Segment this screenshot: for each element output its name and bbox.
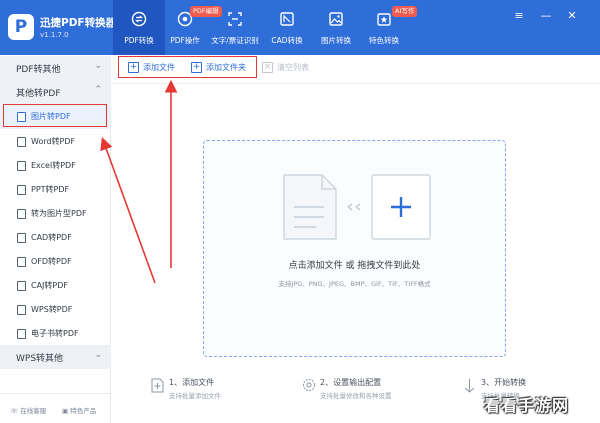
online-service-link[interactable]: ☏ 在线客服 bbox=[10, 405, 46, 415]
tab-pdf-convert[interactable]: PDF转换 bbox=[113, 0, 165, 55]
ocr-icon bbox=[228, 12, 242, 26]
image-pdf-icon bbox=[17, 209, 26, 219]
caj-file-icon bbox=[17, 281, 26, 291]
sidebar-item-label: 电子书转PDF bbox=[31, 329, 79, 338]
sidebar-item-label: PPT转PDF bbox=[31, 185, 70, 194]
ppt-file-icon bbox=[17, 185, 26, 195]
sidebar-item-word-to-pdf[interactable]: Word转PDF bbox=[0, 130, 111, 154]
app-name: 迅捷PDF转换器 bbox=[40, 17, 117, 29]
ai-writing-badge: AI写作 bbox=[392, 6, 418, 17]
trash-icon: × bbox=[262, 62, 273, 73]
tab-label: 文字/票证识别 bbox=[211, 36, 259, 45]
sidebar-item-label: CAJ转PDF bbox=[31, 281, 69, 290]
highlight-box-toolbar bbox=[118, 56, 257, 78]
step-desc: 支持批量修改和各种设置 bbox=[320, 392, 392, 400]
dropzone-formats: 支持JPG、PNG、JPEG、BMP、GIF、TIF、TIFF格式 bbox=[278, 280, 431, 288]
step-title: 2、设置输出配置 bbox=[320, 378, 382, 387]
sidebar-item-label: 转为图片型PDF bbox=[31, 209, 87, 218]
ebook-file-icon bbox=[17, 329, 26, 339]
tab-label: 特色转换 bbox=[369, 36, 399, 45]
app-version: v1.1.7.0 bbox=[40, 31, 69, 39]
sidebar-item-label: WPS转PDF bbox=[31, 305, 73, 314]
file-dropzone[interactable]: 点击添加文件 或 拖拽文件到此处 支持JPG、PNG、JPEG、BMP、GIF、… bbox=[203, 140, 506, 357]
drag-illustration-icon bbox=[283, 174, 431, 240]
tab-label: CAD转换 bbox=[271, 36, 303, 45]
tab-label: PDF转换 bbox=[124, 36, 154, 45]
ofd-file-icon bbox=[17, 257, 26, 267]
main-panel: + 添加文件 + 添加文件夹 × 清空列表 点击添加文件 或 拖拽文件到此处 支… bbox=[111, 55, 600, 423]
sidebar-footer: ☏ 在线客服 ▣ 特色产品 bbox=[0, 393, 111, 423]
sidebar-item-ppt-to-pdf[interactable]: PPT转PDF bbox=[0, 178, 111, 202]
sidebar-item-ebook-to-pdf[interactable]: 电子书转PDF bbox=[0, 322, 111, 346]
sidebar-group-wps-to-other[interactable]: WPS转其他 ⌄ bbox=[0, 345, 111, 369]
sidebar-item-cad-to-pdf[interactable]: CAD转PDF bbox=[0, 226, 111, 250]
chevron-down-icon: ⌄ bbox=[94, 61, 102, 71]
top-header: P 迅捷PDF转换器 v1.1.7.0 PDF转换 PDF操作 PDF编辑 文字… bbox=[0, 0, 600, 55]
add-file-step-icon bbox=[151, 378, 164, 393]
clear-list-button[interactable]: × 清空列表 bbox=[262, 61, 322, 75]
settings-gear-icon bbox=[303, 379, 315, 391]
sidebar-item-excel-to-pdf[interactable]: Excel转PDF bbox=[0, 154, 111, 178]
start-convert-icon bbox=[464, 379, 475, 393]
watermark: 看看手游网 bbox=[484, 396, 570, 415]
step-desc: 支持批量添加文件 bbox=[169, 392, 221, 400]
sidebar-item-label: Excel转PDF bbox=[31, 161, 76, 170]
step-add-file: 1、添加文件 支持批量添加文件 bbox=[151, 377, 291, 407]
sidebar-item-ofd-to-pdf[interactable]: OFD转PDF bbox=[0, 250, 111, 274]
sidebar-item-label: CAD转PDF bbox=[31, 233, 72, 242]
group-label: WPS转其他 bbox=[16, 354, 64, 364]
highlight-box-image-to-pdf bbox=[3, 104, 107, 127]
wps-file-icon bbox=[17, 305, 26, 315]
image-convert-icon bbox=[329, 12, 343, 26]
group-label: 其他转PDF bbox=[16, 89, 61, 99]
tab-image-convert[interactable]: 图片转换 bbox=[314, 0, 358, 55]
excel-file-icon bbox=[17, 161, 26, 171]
cad-file-icon bbox=[17, 233, 26, 243]
chevron-down-icon: ⌄ bbox=[94, 350, 102, 360]
step-title: 3、开始转换 bbox=[481, 378, 527, 387]
step-title: 1、添加文件 bbox=[169, 378, 215, 387]
word-file-icon bbox=[17, 137, 26, 147]
close-icon[interactable]: ✕ bbox=[566, 10, 578, 22]
sidebar-item-label: OFD转PDF bbox=[31, 257, 72, 266]
group-label: PDF转其他 bbox=[16, 65, 61, 75]
gift-icon: ▣ bbox=[62, 407, 69, 415]
sidebar-group-other-to-pdf[interactable]: 其他转PDF ⌃ bbox=[0, 80, 111, 104]
dropzone-text: 点击添加文件 或 拖拽文件到此处 bbox=[288, 261, 421, 271]
online-service-label: 在线客服 bbox=[20, 407, 47, 415]
tab-ocr[interactable]: 文字/票证识别 bbox=[207, 0, 263, 55]
sidebar-group-pdf-to-other[interactable]: PDF转其他 ⌄ bbox=[0, 56, 111, 80]
tab-label: 图片转换 bbox=[321, 36, 351, 45]
tab-cad-convert[interactable]: CAD转换 bbox=[265, 0, 309, 55]
cad-convert-icon bbox=[280, 12, 294, 26]
toolbar-divider bbox=[111, 83, 600, 84]
sidebar-item-wps-to-pdf[interactable]: WPS转PDF bbox=[0, 298, 111, 322]
app-window: P 迅捷PDF转换器 v1.1.7.0 PDF转换 PDF操作 PDF编辑 文字… bbox=[0, 0, 600, 423]
tab-label: PDF操作 bbox=[170, 36, 200, 45]
headset-icon: ☏ bbox=[10, 407, 19, 415]
clear-list-label: 清空列表 bbox=[277, 63, 309, 72]
pdf-convert-icon bbox=[131, 11, 147, 27]
sidebar-item-caj-to-pdf[interactable]: CAJ转PDF bbox=[0, 274, 111, 298]
special-products-label: 特色产品 bbox=[70, 407, 97, 415]
sidebar-item-label: Word转PDF bbox=[31, 137, 76, 146]
menu-icon[interactable]: ≡ bbox=[513, 10, 525, 22]
minimize-icon[interactable]: — bbox=[540, 10, 552, 22]
chevron-up-icon: ⌃ bbox=[94, 85, 102, 95]
sidebar-item-to-image-pdf[interactable]: 转为图片型PDF bbox=[0, 202, 111, 226]
app-logo-icon: P bbox=[8, 14, 34, 40]
step-output-settings: 2、设置输出配置 支持批量修改和各种设置 bbox=[302, 377, 452, 407]
special-convert-icon bbox=[377, 13, 391, 26]
special-products-link[interactable]: ▣ 特色产品 bbox=[62, 405, 96, 415]
